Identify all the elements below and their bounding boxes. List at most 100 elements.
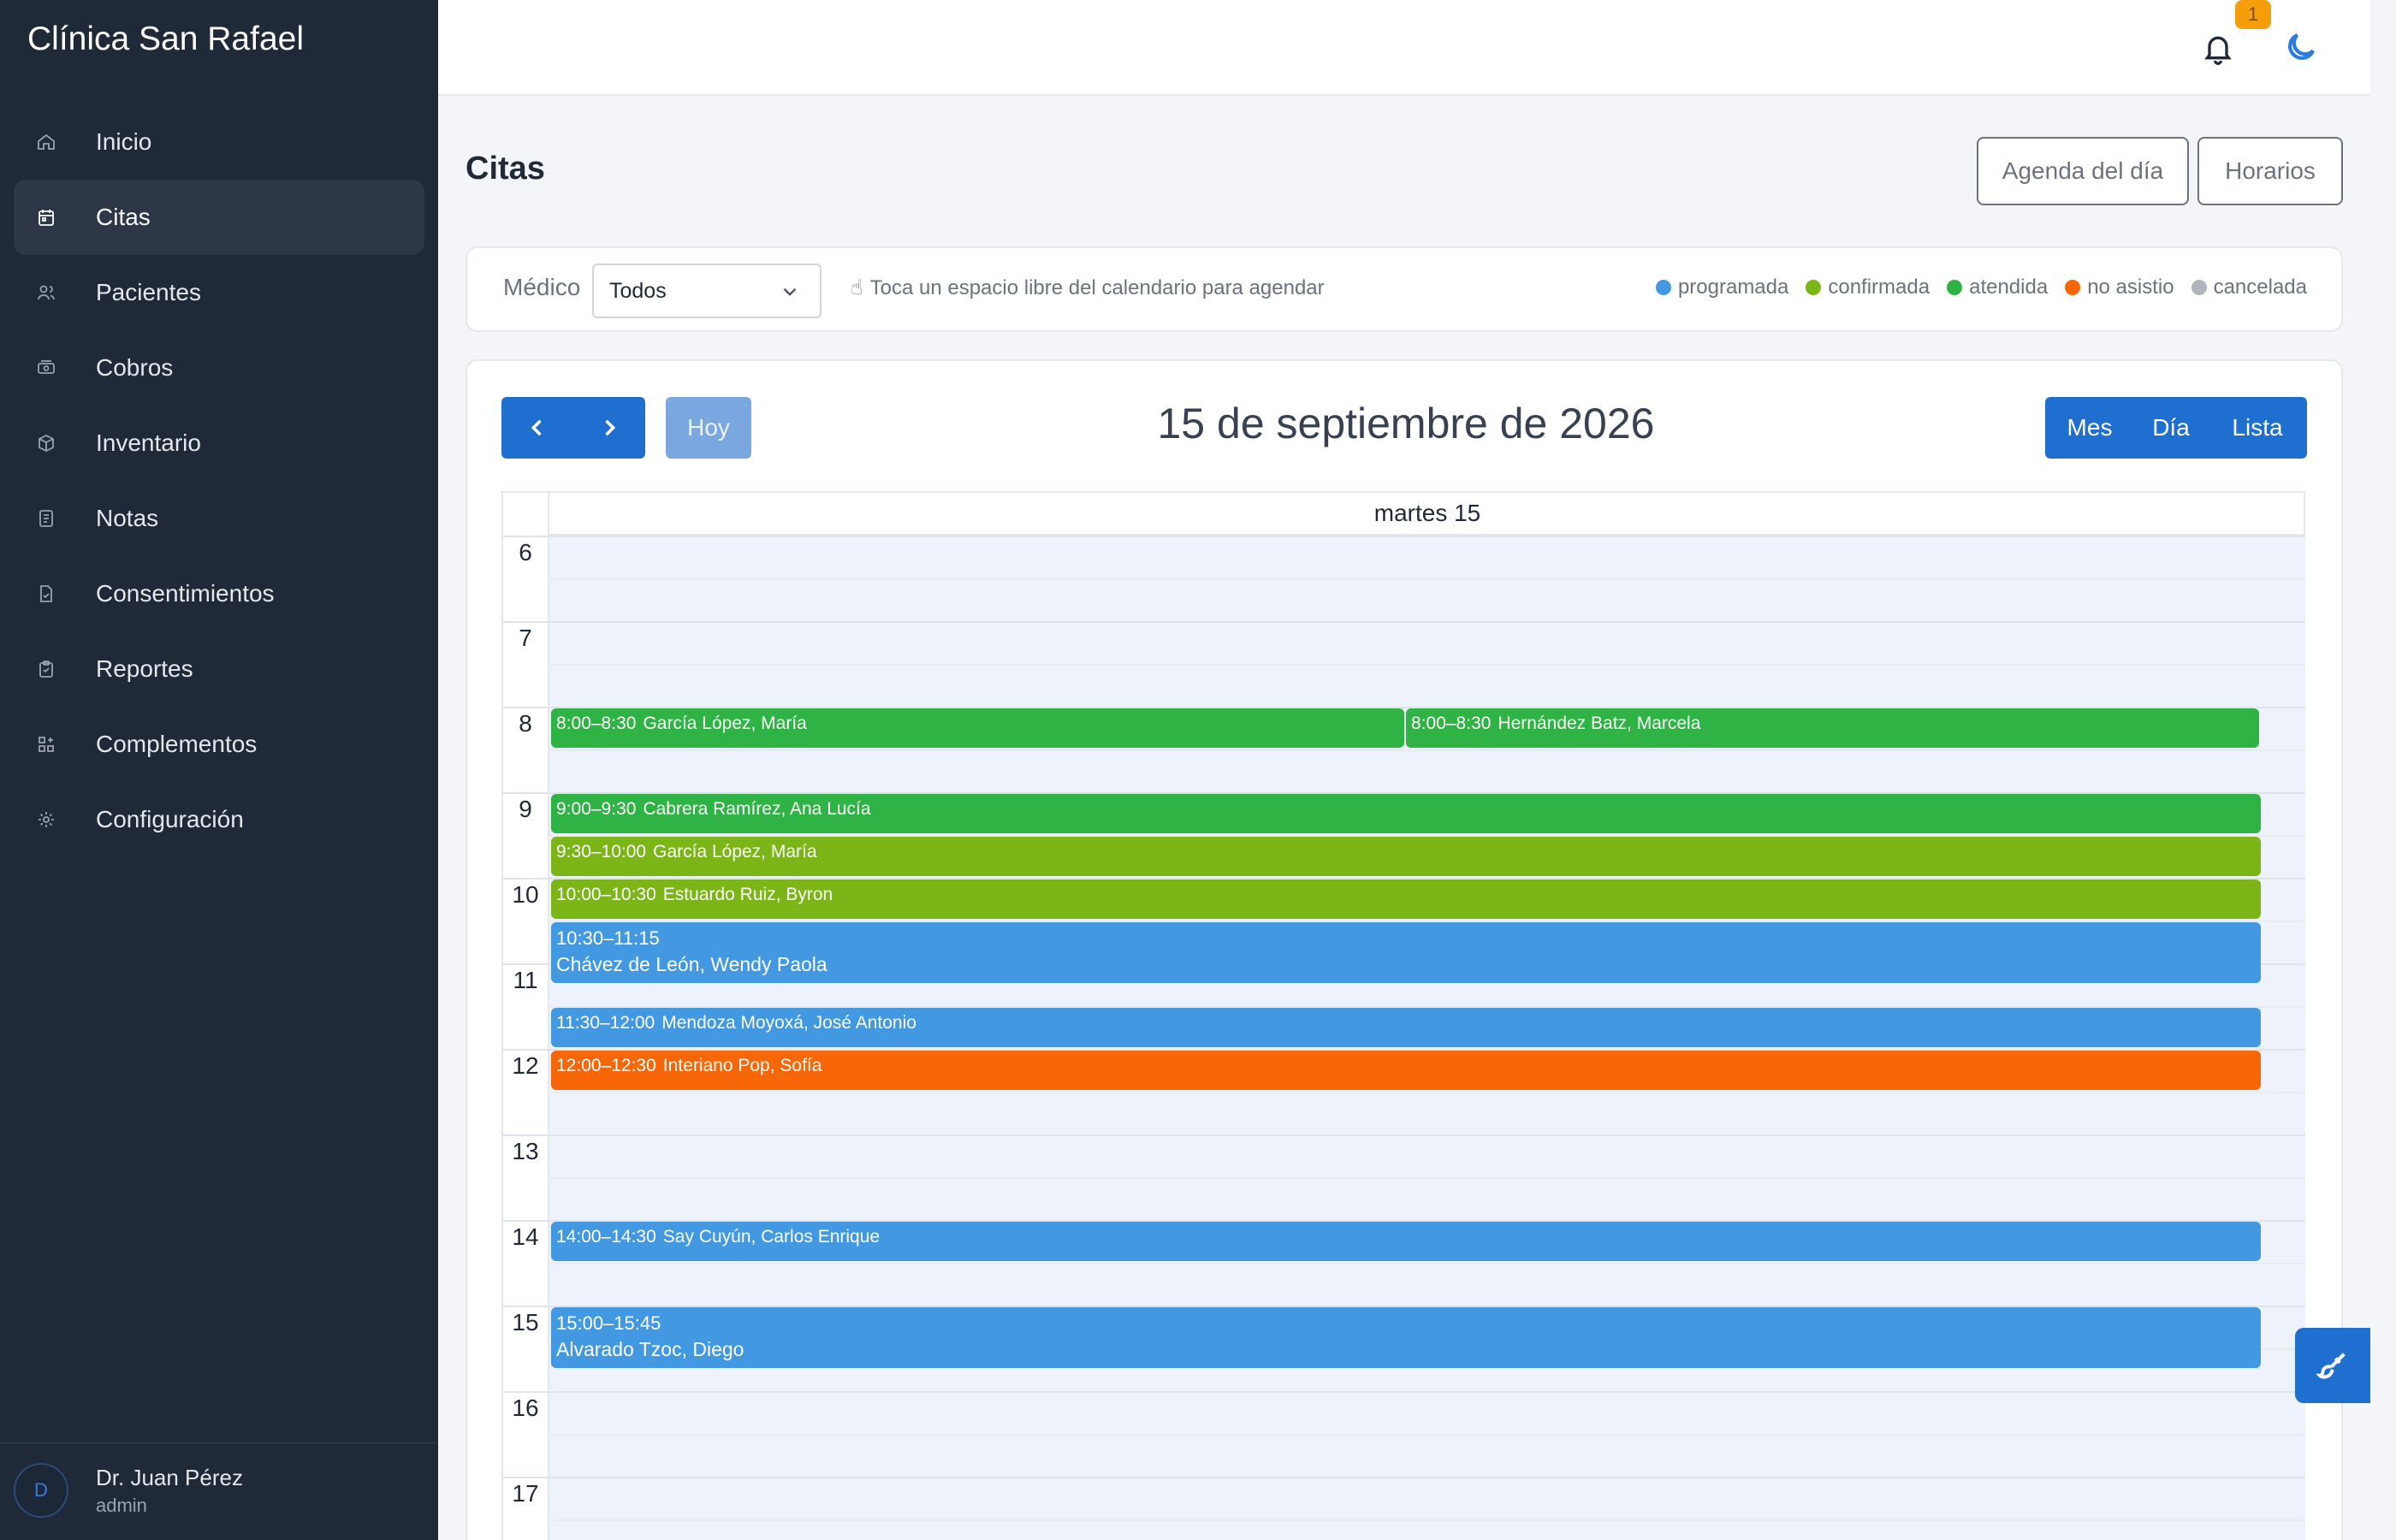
- app-title[interactable]: Clínica San Rafael: [27, 21, 304, 58]
- day-header: martes 15: [548, 493, 2305, 536]
- time-slot[interactable]: [548, 621, 2305, 664]
- legend-item: atendida: [1947, 275, 2048, 299]
- sidebar-item-label: Notas: [96, 505, 159, 531]
- sidebar-item-inventario[interactable]: Inventario: [14, 406, 424, 481]
- view-month-button[interactable]: Mes: [2045, 397, 2134, 459]
- chevron-right-icon: [605, 419, 616, 436]
- bell-icon[interactable]: [2201, 31, 2235, 65]
- event-time: 8:00–8:30: [556, 714, 637, 733]
- legend-dot: [1947, 280, 1963, 295]
- today-button[interactable]: Hoy: [666, 397, 751, 459]
- event-time: 15:00–15:45: [556, 1312, 661, 1334]
- day-grid: martes 15 6 7 8 9 10 11 12 13 14 15 16 17 8:00–8:30 G…: [501, 491, 2305, 1540]
- sidebar-item-citas[interactable]: Citas: [14, 180, 424, 255]
- sidebar-item-label: Configuración: [96, 806, 244, 832]
- event-time: 10:30–11:15: [556, 927, 660, 949]
- event-patient: Estuardo Ruiz, Byron: [662, 885, 833, 904]
- appointment-event[interactable]: 11:30–12:00 Mendoza Moyoxá, José Antonio: [551, 1008, 2261, 1047]
- sidebar-item-cobros[interactable]: Cobros: [14, 330, 424, 406]
- sidebar-item-reportes[interactable]: Reportes: [14, 631, 424, 707]
- sidebar-item-notas[interactable]: Notas: [14, 481, 424, 556]
- calendar-nav: [501, 397, 645, 459]
- legend-label: atendida: [1969, 275, 2049, 299]
- hour-label: 11: [513, 967, 538, 993]
- event-patient: Chávez de León, Wendy Paola: [556, 953, 827, 975]
- time-slot[interactable]: [548, 1434, 2305, 1477]
- hour-divider: [503, 1306, 548, 1307]
- appointment-event[interactable]: 10:30–11:15 Chávez de León, Wendy Paola: [551, 922, 2261, 983]
- doctor-select-value: Todos: [609, 278, 667, 303]
- appointment-event[interactable]: 15:00–15:45 Alvarado Tzoc, Diego: [551, 1307, 2261, 1368]
- gear-icon: [36, 809, 56, 830]
- sidebar-item-label: Complementos: [96, 731, 258, 757]
- chevron-down-icon: [779, 281, 801, 303]
- sidebar-item-configuracion[interactable]: Configuración: [14, 782, 424, 857]
- legend-item: confirmada: [1806, 275, 1930, 299]
- hour-label: 15: [512, 1309, 539, 1336]
- time-slot[interactable]: [548, 749, 2305, 792]
- sidebar-divider: [0, 1442, 438, 1443]
- time-slot[interactable]: [548, 1477, 2305, 1519]
- appointment-event[interactable]: 8:00–8:30 Hernández Batz, Marcela: [1406, 708, 2259, 748]
- time-slot[interactable]: [548, 1134, 2305, 1177]
- event-patient: García López, María: [653, 842, 817, 862]
- sidebar-item-consentimientos[interactable]: Consentimientos: [14, 556, 424, 631]
- hour-divider: [503, 621, 548, 623]
- calendar-icon: [36, 207, 56, 228]
- hour-divider: [503, 1477, 548, 1478]
- view-day-button[interactable]: Día: [2134, 397, 2208, 459]
- hour-label: 13: [512, 1138, 539, 1164]
- appointment-event[interactable]: 9:30–10:00 García López, María: [551, 837, 2261, 876]
- appointment-event[interactable]: 10:00–10:30 Estuardo Ruiz, Byron: [551, 880, 2261, 919]
- appointment-event[interactable]: 14:00–14:30 Say Cuyún, Carlos Enrique: [551, 1222, 2261, 1261]
- time-slot[interactable]: [548, 1263, 2305, 1306]
- time-slot[interactable]: [548, 578, 2305, 621]
- sidebar-item-inicio[interactable]: Inicio: [14, 104, 424, 180]
- time-slot[interactable]: [548, 536, 2305, 578]
- sidebar-item-label: Pacientes: [96, 279, 201, 305]
- legend-label: cancelada: [2213, 275, 2307, 299]
- hour-label: 10: [512, 881, 539, 908]
- time-slot[interactable]: [548, 1519, 2305, 1540]
- next-button[interactable]: [573, 397, 645, 459]
- event-patient: Interiano Pop, Sofía: [662, 1056, 822, 1075]
- sidebar-item-pacientes[interactable]: Pacientes: [14, 255, 424, 330]
- legend-dot: [2065, 280, 2081, 295]
- schedule-hint: ☝ Toca un espacio libre del calendario p…: [851, 275, 1325, 300]
- appointment-event[interactable]: 12:00–12:30 Interiano Pop, Sofía: [551, 1051, 2261, 1090]
- time-slot[interactable]: [548, 1391, 2305, 1434]
- sidebar-item-label: Citas: [96, 204, 151, 230]
- box-icon: [36, 433, 56, 453]
- event-patient: Cabrera Ramírez, Ana Lucía: [643, 799, 871, 819]
- legend-dot: [2191, 280, 2207, 295]
- sidebar-item-label: Inicio: [96, 128, 152, 155]
- hour-label: 6: [519, 539, 532, 566]
- agenda-button[interactable]: Agenda del día: [1977, 137, 2189, 205]
- user-profile[interactable]: D Dr. Juan Pérez admin: [14, 1463, 243, 1518]
- avatar: D: [14, 1463, 68, 1518]
- legend-label: no asistio: [2087, 275, 2174, 299]
- user-role: admin: [96, 1494, 147, 1516]
- theme-customizer-button[interactable]: [2295, 1328, 2370, 1403]
- appointment-event[interactable]: 8:00–8:30 García López, María: [551, 708, 1404, 748]
- schedules-button[interactable]: Horarios: [2197, 137, 2343, 205]
- time-slot[interactable]: [548, 1177, 2305, 1220]
- prev-button[interactable]: [501, 397, 573, 459]
- notification-badge: 1: [2235, 0, 2271, 29]
- document-check-icon: [36, 583, 56, 604]
- moon-icon[interactable]: [2283, 29, 2319, 65]
- hour-divider: [503, 963, 548, 965]
- hour-label: 7: [519, 625, 532, 651]
- legend-item: no asistio: [2065, 275, 2174, 299]
- time-slot[interactable]: [548, 1092, 2305, 1134]
- apps-icon: [36, 734, 56, 755]
- view-switcher: Mes Día Lista: [2045, 397, 2307, 459]
- doctor-select[interactable]: Todos: [592, 264, 821, 318]
- sidebar-nav: Inicio Citas Pacientes Cobros Inventario Nota…: [14, 104, 424, 857]
- hour-label: 17: [512, 1480, 539, 1507]
- appointment-event[interactable]: 9:00–9:30 Cabrera Ramírez, Ana Lucía: [551, 794, 2261, 833]
- home-icon: [36, 132, 56, 152]
- sidebar-item-complementos[interactable]: Complementos: [14, 707, 424, 782]
- time-slot[interactable]: [548, 664, 2305, 707]
- view-list-button[interactable]: Lista: [2208, 397, 2307, 459]
